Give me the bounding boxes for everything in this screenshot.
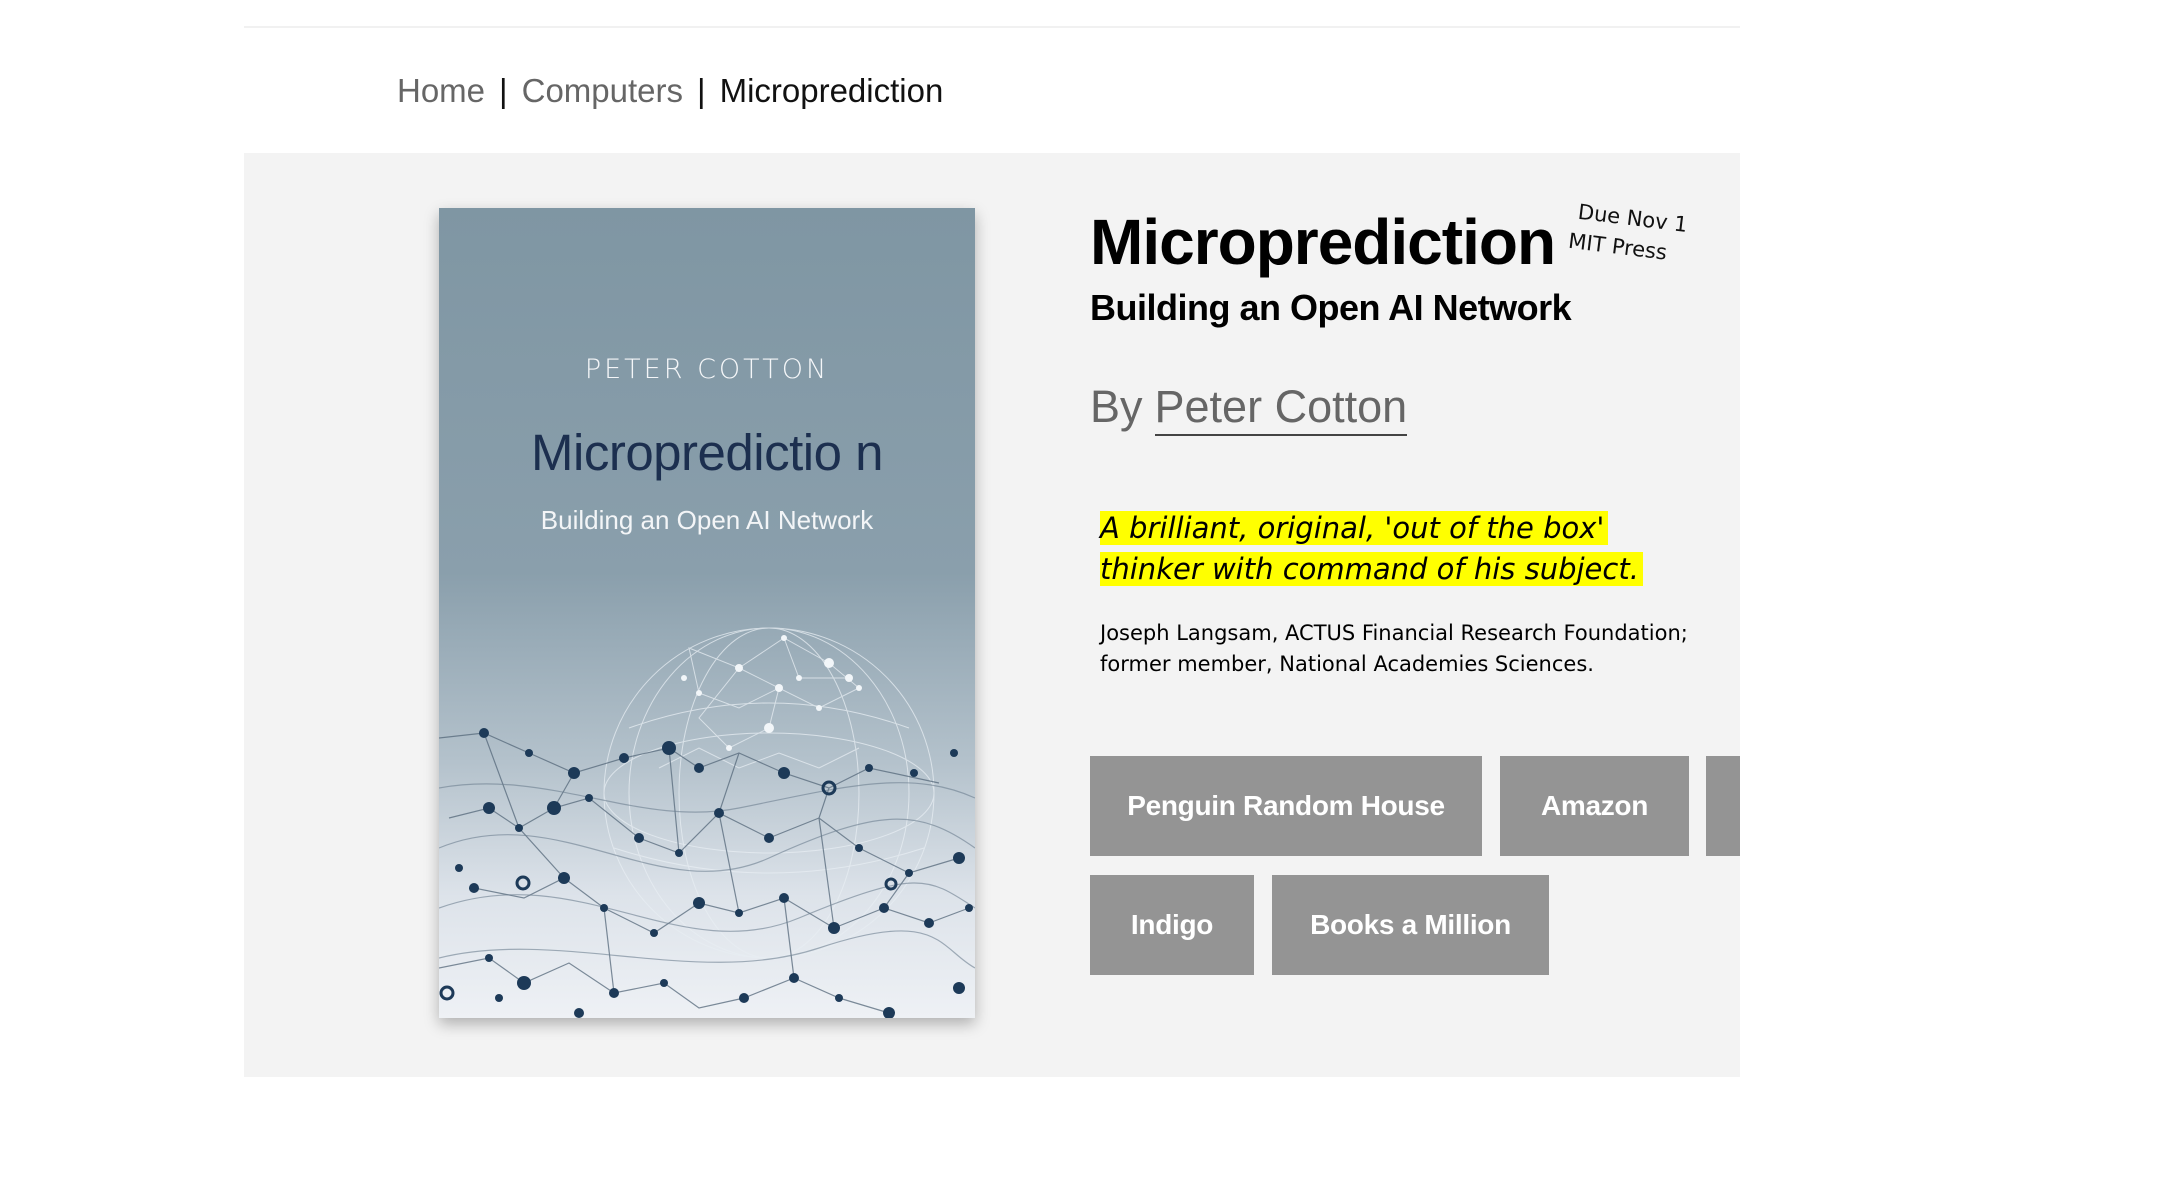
amazon-button[interactable]: Amazon [1500,756,1689,856]
breadcrumb: Home | Computers | Microprediction [397,72,943,110]
breadcrumb-separator: | [697,72,706,109]
indigo-button[interactable]: Indigo [1090,875,1254,975]
book-title: Microprediction [1090,206,1556,278]
breadcrumb-current: Microprediction [719,72,944,109]
book-cover-image: PETER COTTON Micropredictio n Building a… [439,208,975,1018]
network-globe-illustration [439,627,975,1018]
byline-prefix: By [1090,381,1143,432]
page-margin [1740,0,2176,1204]
cover-title: Micropredictio n [531,424,883,481]
review-quote-text: A brilliant, original, 'out of the box' … [1100,511,1643,586]
author-link[interactable]: Peter Cotton [1154,381,1408,436]
penguin-random-house-button[interactable]: Penguin Random House [1090,756,1482,856]
cover-subtitle: Building an Open AI Network [540,505,874,535]
top-divider [244,26,1740,28]
book-subtitle: Building an Open AI Network [1090,287,1572,328]
review-attribution: Joseph Langsam, ACTUS Financial Research… [1100,621,1688,676]
breadcrumb-separator: | [499,72,508,109]
breadcrumb-home-link[interactable]: Home [397,72,485,109]
books-a-million-button[interactable]: Books a Million [1272,875,1549,975]
breadcrumb-computers-link[interactable]: Computers [522,72,683,109]
review-quote: A brilliant, original, 'out of the box' … [1100,508,1700,590]
byline: By Peter Cotton [1090,381,1408,436]
cover-author: PETER COTTON [584,354,830,385]
